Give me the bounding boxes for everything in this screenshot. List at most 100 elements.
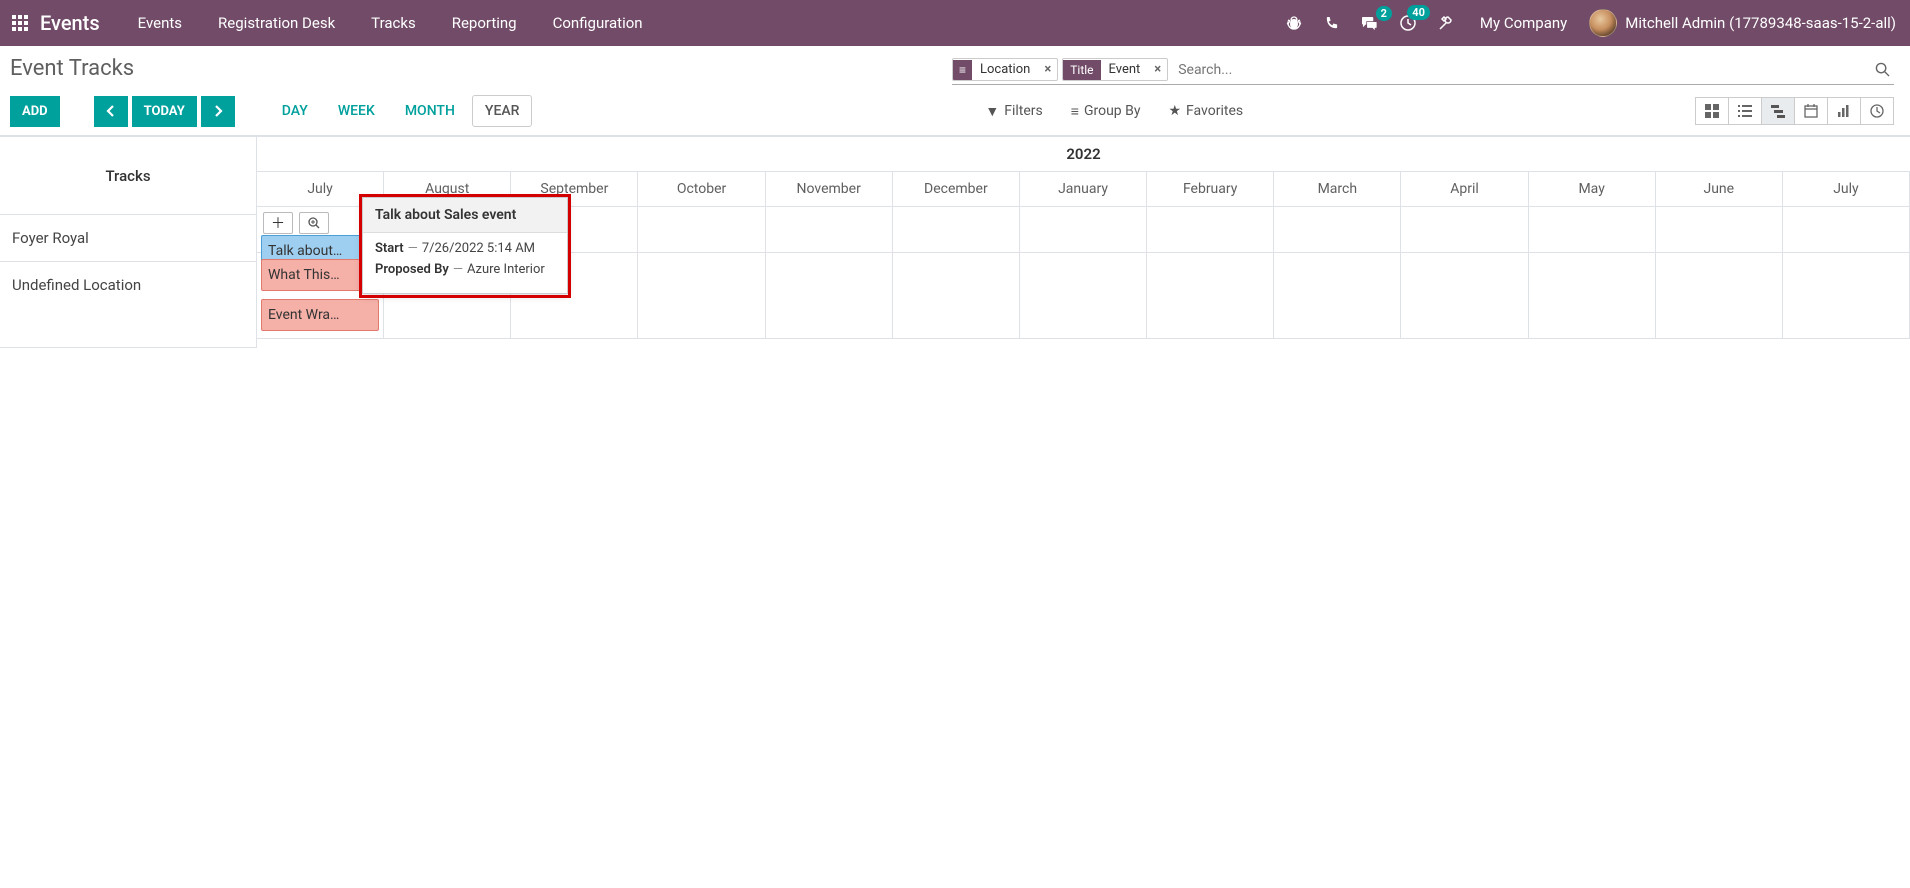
menu-registration-desk[interactable]: Registration Desk (204, 2, 349, 44)
activity-view-icon[interactable] (1860, 97, 1894, 125)
gantt-cell[interactable] (1147, 207, 1274, 253)
kanban-view-icon[interactable] (1695, 97, 1729, 125)
gantt-view-icon[interactable] (1761, 97, 1795, 125)
gantt-sidebar: Tracks Foyer Royal Undefined Location (0, 137, 257, 348)
menu-tracks[interactable]: Tracks (357, 2, 430, 44)
scale-year[interactable]: YEAR (472, 95, 533, 127)
gantt-row-label[interactable]: Foyer Royal (0, 215, 256, 262)
gantt-cell[interactable] (1401, 253, 1528, 339)
search-icon[interactable] (1871, 62, 1894, 77)
gantt-row-label[interactable]: Undefined Location (0, 262, 256, 348)
activities-icon[interactable]: 40 (1396, 11, 1420, 35)
month-header: January (1020, 172, 1147, 207)
gantt-cell[interactable] (638, 207, 765, 253)
facet-field-label: Title (1063, 60, 1100, 80)
month-header: June (1656, 172, 1783, 207)
popover-proposedby-value: Azure Interior (467, 262, 545, 277)
topnav: Events Events Registration Desk Tracks R… (0, 0, 1910, 46)
user-menu[interactable]: Mitchell Admin (17789348-saas-15-2-all) (1589, 9, 1902, 37)
breadcrumb: Event Tracks (10, 54, 134, 89)
activities-badge: 40 (1407, 5, 1430, 20)
scale-week[interactable]: WEEK (325, 95, 388, 127)
topnav-right: 2 40 My Company Mitchell Admin (17789348… (1282, 9, 1902, 37)
gantt-side-header: Tracks (0, 137, 256, 215)
star-icon: ★ (1168, 103, 1181, 119)
filter-icon: ▼ (985, 103, 999, 120)
groupby-icon: ≡ (1071, 103, 1079, 120)
tools-icon[interactable] (1434, 11, 1458, 35)
gantt-cell[interactable] (766, 207, 893, 253)
gantt-cell[interactable] (1529, 253, 1656, 339)
main-menu: Events Registration Desk Tracks Reportin… (124, 2, 657, 44)
cell-zoom-icon[interactable] (299, 212, 329, 234)
gantt-cell[interactable] (638, 253, 765, 339)
gantt-cell[interactable] (1656, 253, 1783, 339)
cell-add-icon[interactable]: ＋ (263, 212, 293, 234)
messages-icon[interactable]: 2 (1357, 12, 1382, 35)
scale-tabs: DAY WEEK MONTH YEAR (269, 95, 533, 127)
facet-groupby-icon: ≡ (953, 60, 972, 80)
gantt-view: Tracks Foyer Royal Undefined Location 20… (0, 136, 1910, 348)
month-header: October (638, 172, 765, 207)
messages-badge: 2 (1376, 6, 1392, 21)
graph-view-icon[interactable] (1827, 97, 1861, 125)
search-bar[interactable]: ≡ Location × Title Event × (952, 58, 1894, 85)
facet-remove-icon[interactable]: × (1038, 59, 1057, 80)
popover-proposedby-label: Proposed By (375, 262, 449, 277)
gantt-cell[interactable] (1020, 253, 1147, 339)
groupby-dropdown[interactable]: ≡Group By (1071, 103, 1141, 120)
popover-title: Talk about Sales event (363, 198, 567, 233)
apps-icon[interactable] (8, 15, 40, 31)
gantt-cell[interactable] (1274, 253, 1401, 339)
add-button[interactable]: ADD (10, 96, 60, 127)
search-facet-title: Title Event × (1062, 58, 1168, 81)
month-header: November (766, 172, 893, 207)
event-popover: Talk about Sales event Start—7/26/2022 5… (362, 197, 568, 294)
facet-value: Event (1101, 59, 1149, 80)
gantt-cell[interactable] (893, 207, 1020, 253)
search-facet-location: ≡ Location × (952, 58, 1058, 81)
menu-events[interactable]: Events (124, 2, 196, 44)
month-header: May (1529, 172, 1656, 207)
month-header: March (1274, 172, 1401, 207)
module-brand[interactable]: Events (40, 11, 124, 35)
gantt-cell[interactable] (1529, 207, 1656, 253)
gantt-cell[interactable] (1783, 253, 1910, 339)
avatar (1589, 9, 1617, 37)
search-input[interactable] (1172, 59, 1871, 81)
gantt-event-bar[interactable]: Event Wra… (261, 299, 379, 331)
list-view-icon[interactable] (1728, 97, 1762, 125)
prev-button[interactable] (94, 96, 128, 127)
favorites-dropdown[interactable]: ★Favorites (1168, 103, 1243, 120)
popover-start-value: 7/26/2022 5:14 AM (422, 241, 535, 256)
scale-day[interactable]: DAY (269, 95, 321, 127)
popover-start-row: Start—7/26/2022 5:14 AM (375, 241, 555, 256)
company-selector[interactable]: My Company (1472, 14, 1575, 32)
gantt-cell[interactable] (1783, 207, 1910, 253)
menu-reporting[interactable]: Reporting (438, 2, 531, 44)
gantt-cell[interactable] (893, 253, 1020, 339)
gantt-cell[interactable] (766, 253, 893, 339)
facet-remove-icon[interactable]: × (1148, 59, 1167, 80)
bug-icon[interactable] (1282, 11, 1306, 35)
gantt-year-label: 2022 (257, 137, 1910, 172)
gantt-cell[interactable] (1020, 207, 1147, 253)
next-button[interactable] (201, 96, 235, 127)
today-button[interactable]: TODAY (132, 96, 197, 127)
menu-configuration[interactable]: Configuration (539, 2, 657, 44)
view-switcher (1696, 97, 1894, 125)
month-header: December (893, 172, 1020, 207)
gantt-cell[interactable] (1401, 207, 1528, 253)
user-name: Mitchell Admin (17789348-saas-15-2-all) (1625, 14, 1896, 32)
gantt-cell[interactable] (1274, 207, 1401, 253)
phone-icon[interactable] (1320, 12, 1343, 35)
gantt-cell[interactable] (1147, 253, 1274, 339)
facet-value: Location (972, 59, 1038, 80)
month-header: February (1147, 172, 1274, 207)
control-panel: Event Tracks ≡ Location × Title Event × … (0, 46, 1910, 136)
calendar-view-icon[interactable] (1794, 97, 1828, 125)
scale-month[interactable]: MONTH (392, 95, 468, 127)
popover-start-label: Start (375, 241, 404, 256)
filters-dropdown[interactable]: ▼Filters (985, 103, 1042, 120)
gantt-cell[interactable] (1656, 207, 1783, 253)
